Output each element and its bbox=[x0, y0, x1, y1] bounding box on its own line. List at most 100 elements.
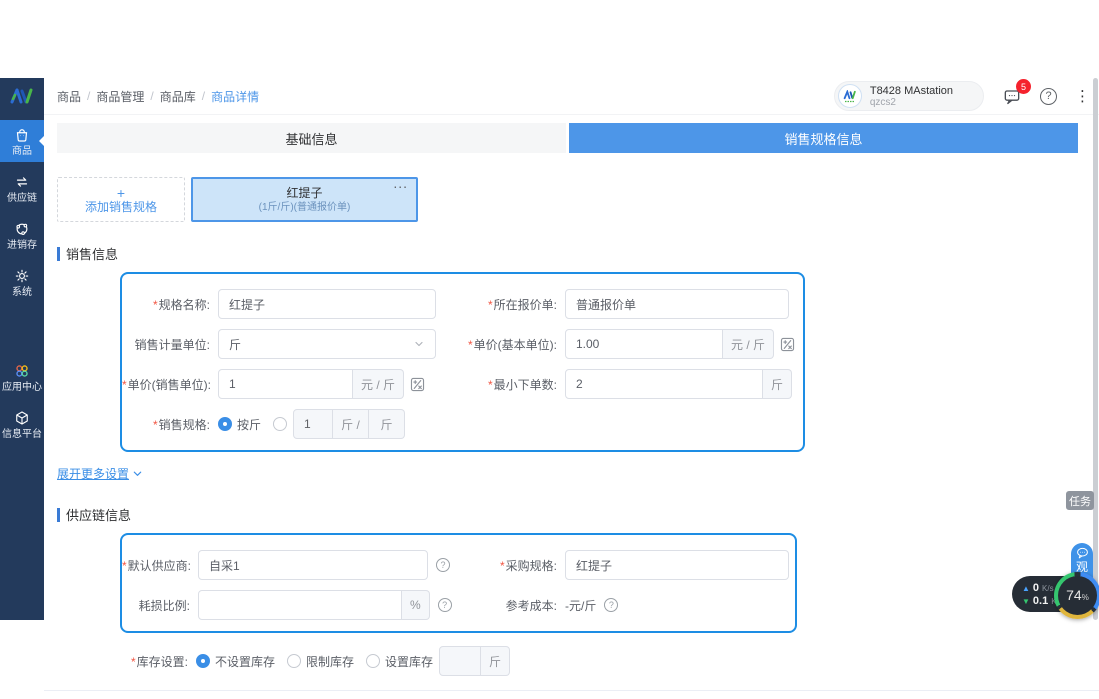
messages-button[interactable]: 5 bbox=[1002, 86, 1022, 106]
nodes-sphere-icon bbox=[13, 220, 31, 238]
download-arrow-icon: ▼ bbox=[1022, 597, 1030, 606]
help-button[interactable] bbox=[1040, 88, 1057, 105]
field-label-ref-cost: 参考成本: bbox=[454, 597, 557, 614]
sidebar-item-info-platform[interactable]: 信息平台 bbox=[0, 403, 44, 445]
card-more-menu[interactable]: ... bbox=[393, 175, 408, 191]
main-area: 商品 / 商品管理 / 商品库 / 商品详情 bbox=[44, 78, 1099, 620]
radio-set-stock[interactable] bbox=[366, 654, 380, 668]
radio-set-stock-label: 设置库存 bbox=[385, 653, 433, 670]
quote-sheet-input[interactable]: 普通报价单 bbox=[565, 289, 789, 319]
loss-ratio-input[interactable] bbox=[198, 590, 402, 620]
app-window: 商品 供应链 进销存 bbox=[0, 78, 1099, 620]
base-price-unit-addon: 元 / 斤 bbox=[723, 329, 774, 359]
min-order-input[interactable]: 2 bbox=[565, 369, 763, 399]
upload-speed-value: 0 bbox=[1033, 582, 1039, 594]
sale-price-unit-addon: 元 / 斤 bbox=[353, 369, 404, 399]
section-sales-info: 销售信息 bbox=[57, 244, 1099, 263]
formula-icon bbox=[779, 336, 796, 353]
breadcrumb-item[interactable]: 商品管理 bbox=[96, 88, 144, 105]
loss-ratio-percent-addon: % bbox=[402, 590, 430, 620]
gauge-value: 74 bbox=[1066, 587, 1082, 603]
gear-icon bbox=[13, 267, 31, 285]
expand-more-settings-link[interactable]: 展开更多设置 bbox=[57, 465, 143, 482]
sale-price-input[interactable]: 1 bbox=[218, 369, 353, 399]
spec-card-selected[interactable]: ... 红提子 (1斤/斤)(普通报价单) bbox=[191, 177, 418, 222]
message-count-badge: 5 bbox=[1016, 79, 1031, 94]
breadcrumb: 商品 / 商品管理 / 商品库 / 商品详情 bbox=[57, 88, 259, 105]
supplier-input[interactable]: 自采1 bbox=[198, 550, 428, 580]
chat-bubble-icon bbox=[1076, 547, 1089, 559]
header-actions: T8428 MAstation qzcs2 5 bbox=[834, 81, 1085, 111]
detail-tabs: 基础信息 销售规格信息 bbox=[57, 123, 1078, 153]
field-label-base-price: 单价(基本单位): bbox=[454, 336, 557, 353]
help-icon bbox=[1040, 88, 1057, 105]
field-label-spec-name: 规格名称: bbox=[122, 296, 210, 313]
expand-more-settings-label: 展开更多设置 bbox=[57, 465, 129, 482]
app-center-icon bbox=[13, 362, 31, 380]
field-label-min-order: 最小下单数: bbox=[454, 376, 557, 393]
field-label-loss-ratio: 耗损比例: bbox=[122, 597, 190, 614]
min-order-unit-addon: 斤 bbox=[763, 369, 792, 399]
field-label-sale-unit: 销售计量单位: bbox=[122, 336, 210, 353]
sidebar-item-app-center[interactable]: 应用中心 bbox=[0, 356, 44, 398]
purchase-spec-input[interactable]: 红提子 bbox=[565, 550, 789, 580]
sale-unit-select[interactable]: 斤 bbox=[218, 329, 436, 359]
sidebar-item-supply-chain[interactable]: 供应链 bbox=[0, 167, 44, 209]
field-label-sale-spec: 销售规格: bbox=[122, 416, 210, 433]
page-scrollbar[interactable] bbox=[1093, 78, 1098, 620]
task-side-tab[interactable]: 任务 bbox=[1066, 491, 1094, 510]
sidebar-item-label: 应用中心 bbox=[2, 382, 42, 393]
radio-limit-stock[interactable] bbox=[287, 654, 301, 668]
add-spec-label: 添加销售规格 bbox=[85, 200, 157, 214]
exchange-arrows-icon bbox=[13, 173, 31, 191]
sale-unit-value: 斤 bbox=[229, 336, 241, 353]
stock-amount-input[interactable] bbox=[439, 646, 481, 676]
tab-sales-spec-info[interactable]: 销售规格信息 bbox=[569, 123, 1078, 153]
breadcrumb-separator: / bbox=[87, 89, 90, 103]
sidebar-item-inventory[interactable]: 进销存 bbox=[0, 214, 44, 256]
upload-arrow-icon: ▲ bbox=[1022, 584, 1030, 593]
field-label-sale-price: 单价(销售单位): bbox=[122, 376, 210, 393]
page: 商品 供应链 进销存 bbox=[0, 0, 1099, 699]
user-menu[interactable]: T8428 MAstation qzcs2 bbox=[834, 81, 984, 111]
custom-spec-input[interactable]: 1 bbox=[293, 409, 333, 439]
sidebar: 商品 供应链 进销存 bbox=[0, 78, 44, 620]
brand-logo-icon bbox=[0, 78, 44, 114]
sidebar-item-system[interactable]: 系统 bbox=[0, 261, 44, 303]
section-title: 销售信息 bbox=[66, 244, 118, 263]
user-name: T8428 MAstation bbox=[870, 85, 953, 97]
radio-no-stock[interactable] bbox=[196, 654, 210, 668]
radio-limit-stock-label: 限制库存 bbox=[306, 653, 354, 670]
breadcrumb-item[interactable]: 商品库 bbox=[160, 88, 196, 105]
gauge-unit: % bbox=[1082, 593, 1089, 602]
add-spec-card[interactable]: + 添加销售规格 bbox=[57, 177, 185, 222]
gauge-face: 74 % bbox=[1058, 576, 1097, 615]
breadcrumb-item[interactable]: 商品 bbox=[57, 88, 81, 105]
field-label-supplier: 默认供应商: bbox=[122, 557, 190, 574]
plus-icon: + bbox=[117, 186, 125, 200]
resource-gauge-widget[interactable]: 74 % bbox=[1054, 572, 1099, 619]
section-title: 供应链信息 bbox=[66, 505, 131, 524]
more-menu-button[interactable] bbox=[1075, 87, 1085, 105]
loss-ratio-help-icon[interactable] bbox=[438, 598, 452, 612]
spec-name-input[interactable]: 红提子 bbox=[218, 289, 436, 319]
supplier-help-icon[interactable] bbox=[436, 558, 450, 572]
radio-custom-spec[interactable] bbox=[273, 417, 287, 431]
sidebar-item-goods[interactable]: 商品 bbox=[0, 120, 44, 162]
sidebar-item-label: 商品 bbox=[12, 146, 32, 157]
cube-icon bbox=[13, 409, 31, 427]
radio-by-unit[interactable] bbox=[218, 417, 232, 431]
breadcrumb-separator: / bbox=[202, 89, 205, 103]
custom-spec-addon-2: 斤 bbox=[369, 409, 405, 439]
spec-card-row: + 添加销售规格 ... 红提子 (1斤/斤)(普通报价单) bbox=[57, 177, 1078, 222]
sidebar-nav: 商品 供应链 进销存 bbox=[0, 120, 44, 445]
tab-basic-info[interactable]: 基础信息 bbox=[57, 123, 566, 153]
download-speed-value: 0.1 bbox=[1033, 595, 1048, 607]
section-supply-chain-info: 供应链信息 bbox=[57, 505, 1099, 524]
tab-label: 销售规格信息 bbox=[784, 129, 862, 148]
sidebar-item-label: 系统 bbox=[12, 287, 32, 298]
base-price-input[interactable]: 1.00 bbox=[565, 329, 723, 359]
sale-price-formula-button[interactable] bbox=[409, 376, 426, 393]
base-price-formula-button[interactable] bbox=[779, 336, 796, 353]
ref-cost-help-icon[interactable] bbox=[604, 598, 618, 612]
